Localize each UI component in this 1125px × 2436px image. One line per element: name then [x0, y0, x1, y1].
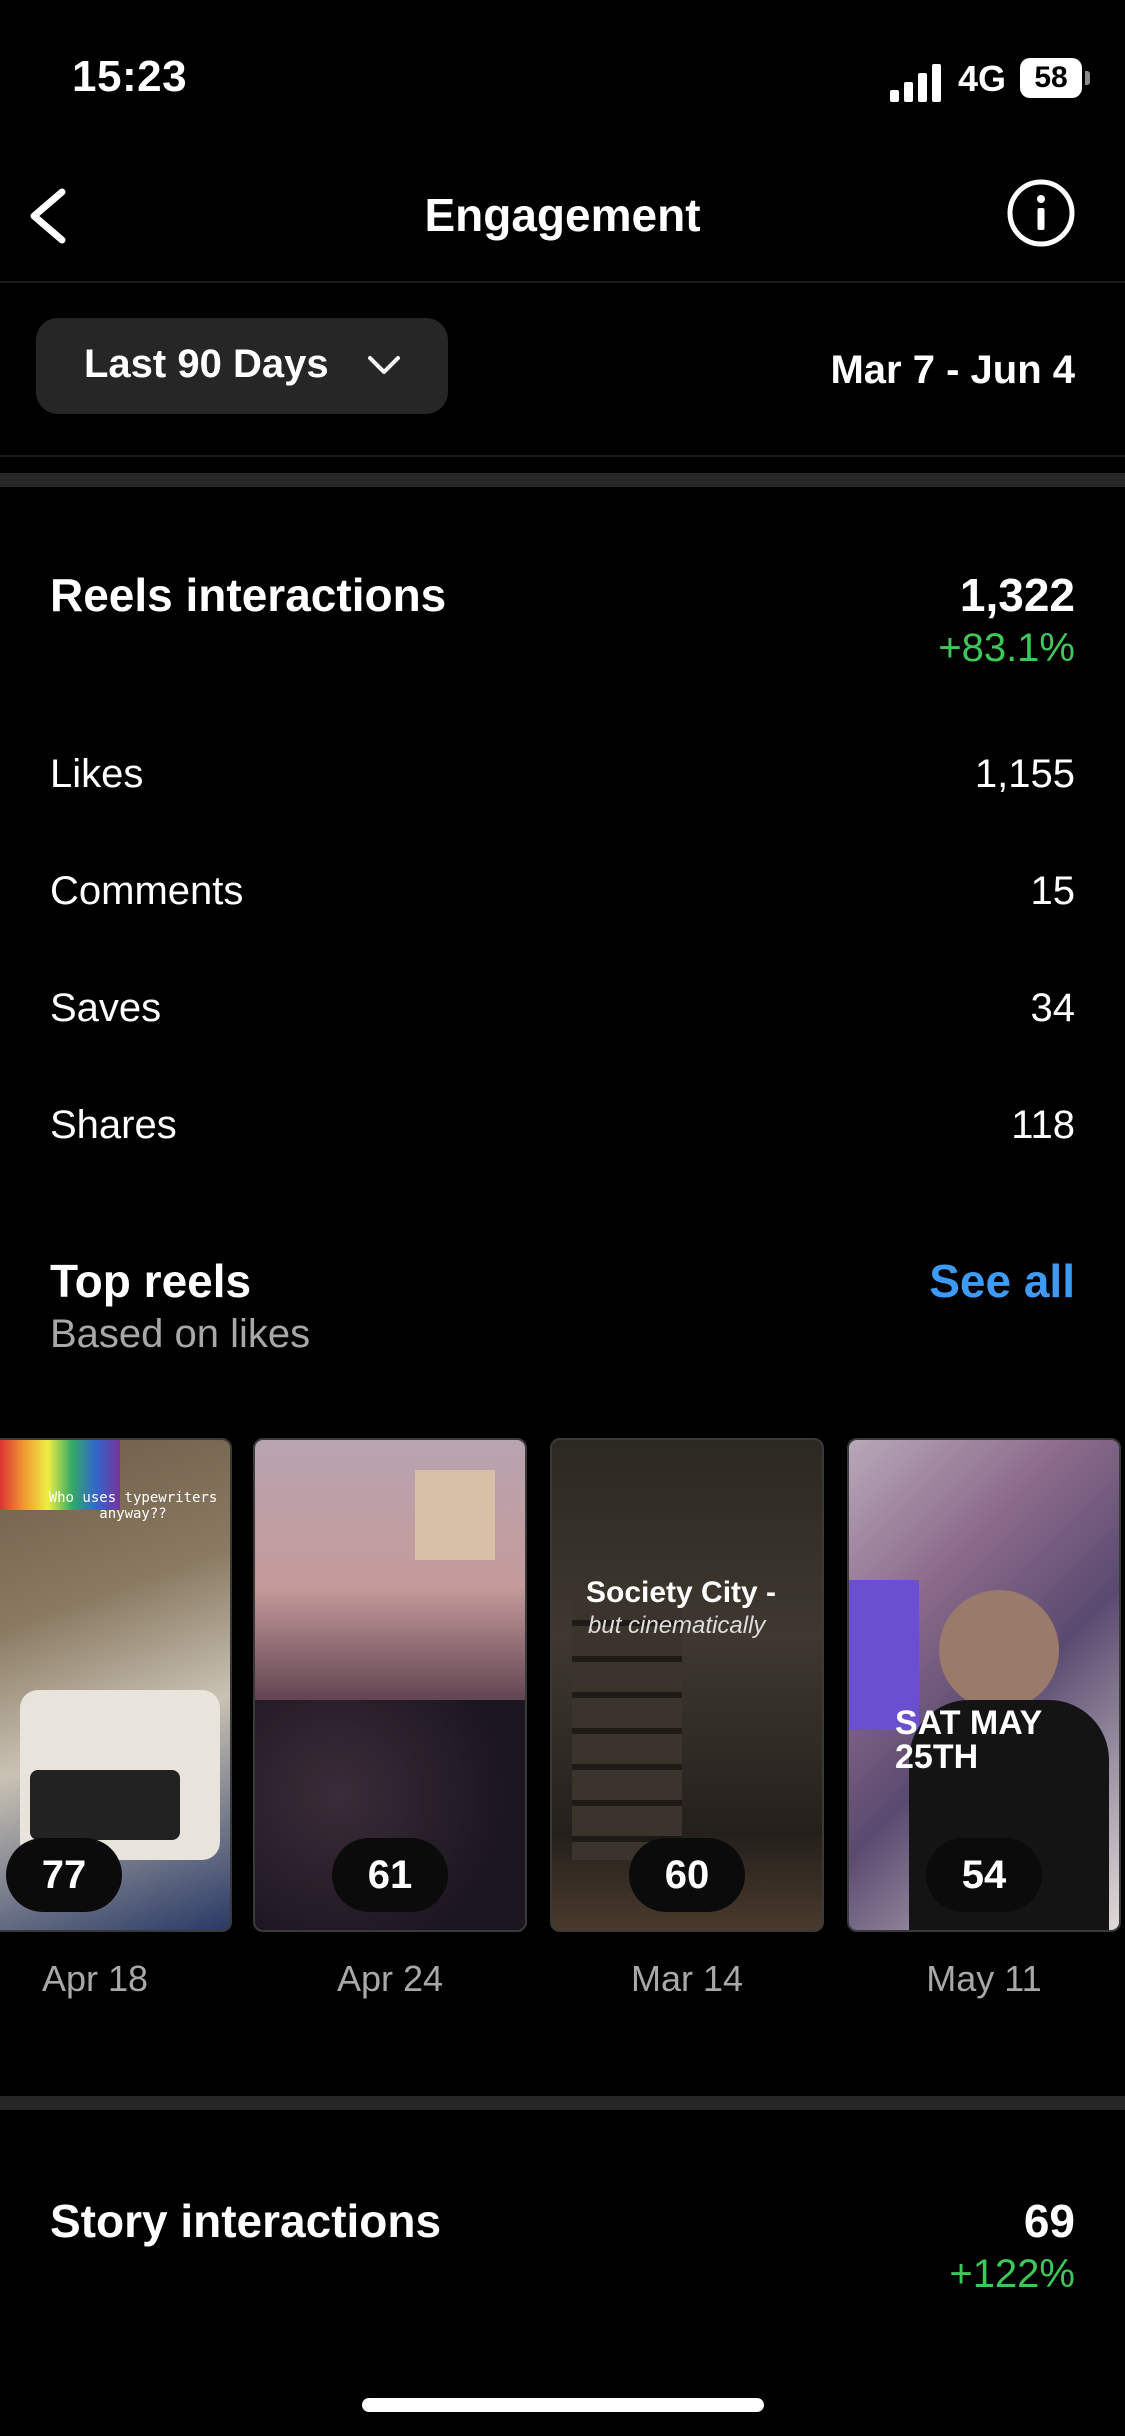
battery-icon: 58 — [1020, 58, 1090, 98]
shares-label: Shares — [50, 1103, 177, 1147]
top-reels-title: Top reels — [50, 1255, 252, 1307]
story-interactions-title: Story interactions — [50, 2195, 442, 2247]
reel-date: May 11 — [926, 1958, 1042, 1999]
reel-date: Apr 18 — [41, 1958, 149, 1999]
likes-label: Likes — [50, 752, 144, 796]
shares-value: 118 — [1011, 1103, 1075, 1147]
network-type: 4G — [958, 58, 1007, 99]
likes-value: 1,155 — [974, 752, 1075, 796]
reel-thumbnail[interactable]: Who uses typewriters anyway?? 77 — [0, 1438, 232, 1932]
saves-value: 34 — [1030, 986, 1076, 1030]
home-indicator[interactable] — [362, 2398, 764, 2412]
person-graphic — [939, 1590, 1059, 1710]
reel-thumbnail[interactable]: SAT MAY 25TH 54 — [847, 1438, 1121, 1932]
story-interactions-change: +122% — [949, 2252, 1075, 2296]
info-icon[interactable] — [1006, 178, 1076, 248]
section-separator — [0, 473, 1125, 487]
filter-divider — [0, 455, 1125, 457]
status-time: 15:23 — [72, 52, 188, 101]
reel-thumbnail[interactable]: Society City - but cinematically 60 — [550, 1438, 824, 1932]
date-filter-label: Last 90 Days — [84, 342, 329, 386]
reels-interactions-change: +83.1% — [938, 626, 1075, 670]
poster-graphic — [415, 1470, 495, 1560]
page-title: Engagement — [424, 189, 701, 241]
comments-value: 15 — [1030, 869, 1076, 913]
header-divider — [0, 281, 1125, 283]
chevron-down-icon — [368, 356, 400, 374]
reel-caption-secondary: but cinematically — [588, 1612, 766, 1639]
reel-caption: Society City - — [586, 1576, 777, 1609]
saves-label: Saves — [50, 986, 162, 1030]
see-all-link[interactable]: See all — [929, 1254, 1075, 1308]
reels-interactions-total: 1,322 — [959, 569, 1075, 621]
date-range: Mar 7 - Jun 4 — [830, 348, 1075, 392]
reels-interactions-title: Reels interactions — [50, 569, 447, 621]
reel-like-count: 77 — [6, 1838, 122, 1912]
reel-like-count: 54 — [926, 1838, 1042, 1912]
reel-like-count: 61 — [332, 1838, 448, 1912]
reel-caption: SAT MAY 25TH — [895, 1704, 1042, 1776]
signal-icon — [890, 64, 941, 102]
comments-label: Comments — [50, 869, 244, 913]
section-separator — [0, 2096, 1125, 2110]
reel-like-count: 60 — [629, 1838, 745, 1912]
reel-date: Apr 24 — [336, 1958, 444, 1999]
reel-caption: Who uses typewriters anyway?? — [48, 1490, 218, 1522]
top-reels-subtitle: Based on likes — [50, 1312, 311, 1356]
reel-date: Mar 14 — [630, 1958, 744, 1999]
reel-thumbnail[interactable]: 61 — [253, 1438, 527, 1932]
story-interactions-total: 69 — [1023, 2195, 1075, 2247]
